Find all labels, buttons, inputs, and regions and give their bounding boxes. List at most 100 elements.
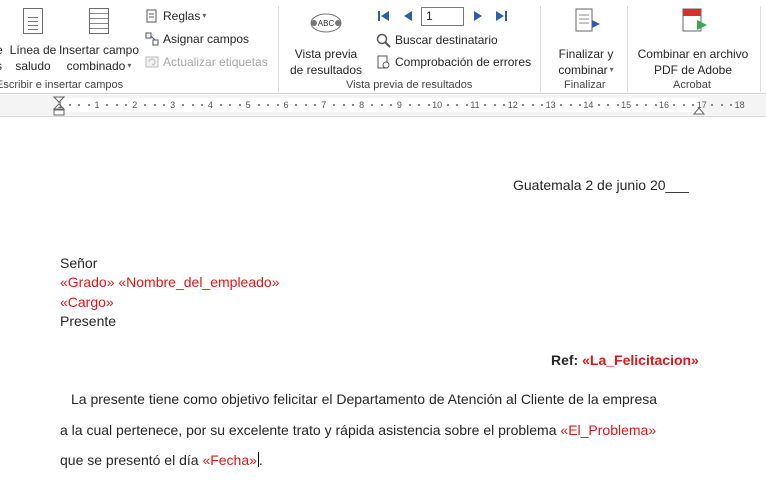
ruler-tick bbox=[229, 104, 232, 106]
ruler-tick bbox=[219, 104, 222, 106]
preview-abc-icon: ABC bbox=[310, 13, 342, 33]
ruler-tick bbox=[692, 104, 695, 106]
preview-results-button[interactable]: ABC Vista previa de resultados bbox=[288, 10, 364, 78]
magnifier-icon bbox=[376, 33, 391, 48]
match-fields-button[interactable]: Asignar campos bbox=[145, 31, 249, 47]
ruler-number: 10 bbox=[432, 100, 443, 110]
merge-field-nombre-empleado[interactable]: «Nombre_del_empleado» bbox=[118, 274, 279, 290]
ruler-number: 8 bbox=[359, 100, 365, 110]
previous-record-icon[interactable] bbox=[401, 9, 415, 23]
ruler-tick bbox=[191, 104, 194, 106]
ruler-tick bbox=[115, 104, 118, 106]
ruler-tick bbox=[87, 104, 90, 106]
check-errors-button[interactable]: Comprobación de errores bbox=[376, 54, 531, 70]
rules-label: Reglas bbox=[163, 9, 201, 23]
ruler-tick bbox=[333, 104, 336, 106]
greeting-line-button[interactable]: Línea de saludo bbox=[8, 8, 58, 74]
merge-field-felicitacion[interactable]: «La_Felicitacion» bbox=[582, 352, 699, 368]
next-record-icon[interactable] bbox=[471, 9, 485, 23]
ruler-tick bbox=[78, 104, 81, 106]
ruler-number: 12 bbox=[507, 100, 518, 110]
ribbon: es Línea de saludo Insertar campo combin… bbox=[0, 0, 766, 94]
merge-field-cargo[interactable]: «Cargo» bbox=[60, 294, 114, 310]
rules-icon bbox=[146, 9, 157, 23]
match-fields-icon bbox=[145, 32, 159, 46]
find-recipient-label: Buscar destinatario bbox=[395, 33, 498, 47]
first-record-icon[interactable] bbox=[377, 9, 391, 23]
date-line: Guatemala 2 de junio 20___ bbox=[513, 177, 689, 193]
ruler-tick bbox=[673, 104, 676, 106]
ruler-tick bbox=[371, 104, 374, 106]
update-labels-button[interactable]: Actualizar etiquetas bbox=[145, 54, 268, 70]
find-recipient-button[interactable]: Buscar destinatario bbox=[376, 32, 498, 48]
ruler-tick bbox=[68, 104, 71, 106]
preview-results-label-2: de resultados bbox=[289, 63, 363, 77]
chevron-down-icon: ▾ bbox=[202, 11, 207, 20]
ruler-number: 7 bbox=[321, 100, 327, 110]
ruler-tick bbox=[522, 104, 525, 106]
ruler-tick bbox=[607, 104, 610, 106]
ruler-tick bbox=[276, 104, 279, 106]
ruler-tick bbox=[380, 104, 383, 106]
merge-field-problema[interactable]: «El_Problema» bbox=[560, 422, 656, 438]
merge-to-pdf-label-2: PDF de Adobe bbox=[653, 63, 733, 77]
insert-merge-field-button[interactable]: Insertar campo combinado ▾ bbox=[58, 8, 140, 74]
last-record-icon[interactable] bbox=[494, 9, 508, 23]
ruler-tick bbox=[304, 104, 307, 106]
svg-text:ABC: ABC bbox=[318, 19, 335, 28]
preview-results-label-1: Vista previa bbox=[294, 47, 358, 61]
body-line-2: a la cual pertenece, por su excelente tr… bbox=[60, 422, 656, 438]
greeting-line-label-2: saludo bbox=[15, 59, 51, 73]
ruler-tick bbox=[163, 104, 166, 106]
merge-field-fecha[interactable]: «Fecha» bbox=[202, 452, 256, 468]
chevron-down-icon: ▾ bbox=[609, 65, 614, 74]
greeting-line-icon bbox=[23, 8, 43, 34]
update-labels-label: Actualizar etiquetas bbox=[163, 55, 268, 69]
ruler-tick bbox=[645, 104, 648, 106]
ruler-tick bbox=[578, 104, 581, 106]
insert-merge-field-label-2: combinado bbox=[66, 59, 126, 73]
check-errors-icon bbox=[377, 55, 390, 68]
greeting-line-label-1: Línea de bbox=[9, 43, 57, 57]
rules-button[interactable]: Reglas ▾ bbox=[145, 8, 206, 24]
adobe-pdf-icon bbox=[682, 8, 707, 32]
salutation-line: Señor bbox=[60, 255, 98, 271]
ruler-tick bbox=[503, 104, 506, 106]
merge-field-grado[interactable]: «Grado» bbox=[60, 274, 114, 290]
ruler-number: 9 bbox=[396, 100, 402, 110]
body-line-2-text: a la cual pertenece, por su excelente tr… bbox=[60, 422, 557, 438]
merge-to-pdf-button[interactable]: Combinar en archivo PDF de Adobe bbox=[634, 8, 752, 78]
presente-line: Presente bbox=[60, 313, 117, 329]
group-label-finish: Finalizar bbox=[564, 79, 606, 91]
ruler-number: 13 bbox=[545, 100, 556, 110]
horizontal-ruler[interactable]: 1 1 2 3 4 5 6 7 8 9 10 11 12 13 14 15 16 17 18 bbox=[0, 95, 766, 117]
ruler-number: 4 bbox=[207, 100, 213, 110]
group-label-preview: Vista previa de resultados bbox=[346, 79, 473, 91]
finish-merge-button[interactable]: Finalizar y combinar ▾ bbox=[551, 8, 621, 78]
ruler-tick bbox=[616, 104, 619, 106]
record-number-input[interactable]: 1 bbox=[421, 7, 464, 26]
ruler-tick bbox=[295, 104, 298, 106]
group-label-acrobat: Acrobat bbox=[673, 79, 711, 91]
finish-merge-icon bbox=[575, 8, 600, 32]
body-line-1: La presente tiene como objetivo felicita… bbox=[71, 391, 658, 407]
ruler-number: 5 bbox=[245, 100, 251, 110]
ruler-tick bbox=[654, 104, 657, 106]
ruler-number: 1 bbox=[94, 100, 100, 110]
ruler-number: 17 bbox=[696, 100, 707, 110]
address-block-button-partial[interactable]: es bbox=[0, 42, 8, 74]
ruler-tick bbox=[238, 104, 241, 106]
group-separator bbox=[627, 6, 628, 92]
update-labels-icon bbox=[145, 56, 159, 68]
ruler-tick bbox=[257, 104, 260, 106]
period: . bbox=[258, 452, 263, 468]
ruler-tick bbox=[720, 104, 723, 106]
ruler-tick bbox=[484, 104, 487, 106]
group-separator bbox=[760, 6, 761, 92]
body-line-3: que se presentó el día «Fecha». bbox=[60, 452, 263, 468]
ruler-tick bbox=[153, 104, 156, 106]
check-errors-label: Comprobación de errores bbox=[395, 55, 532, 69]
body-line-3-text: que se presentó el día bbox=[60, 452, 199, 468]
document-page[interactable]: Guatemala 2 de junio 20___ Señor «Grado»… bbox=[0, 118, 766, 480]
chevron-down-icon: ▾ bbox=[127, 61, 132, 70]
